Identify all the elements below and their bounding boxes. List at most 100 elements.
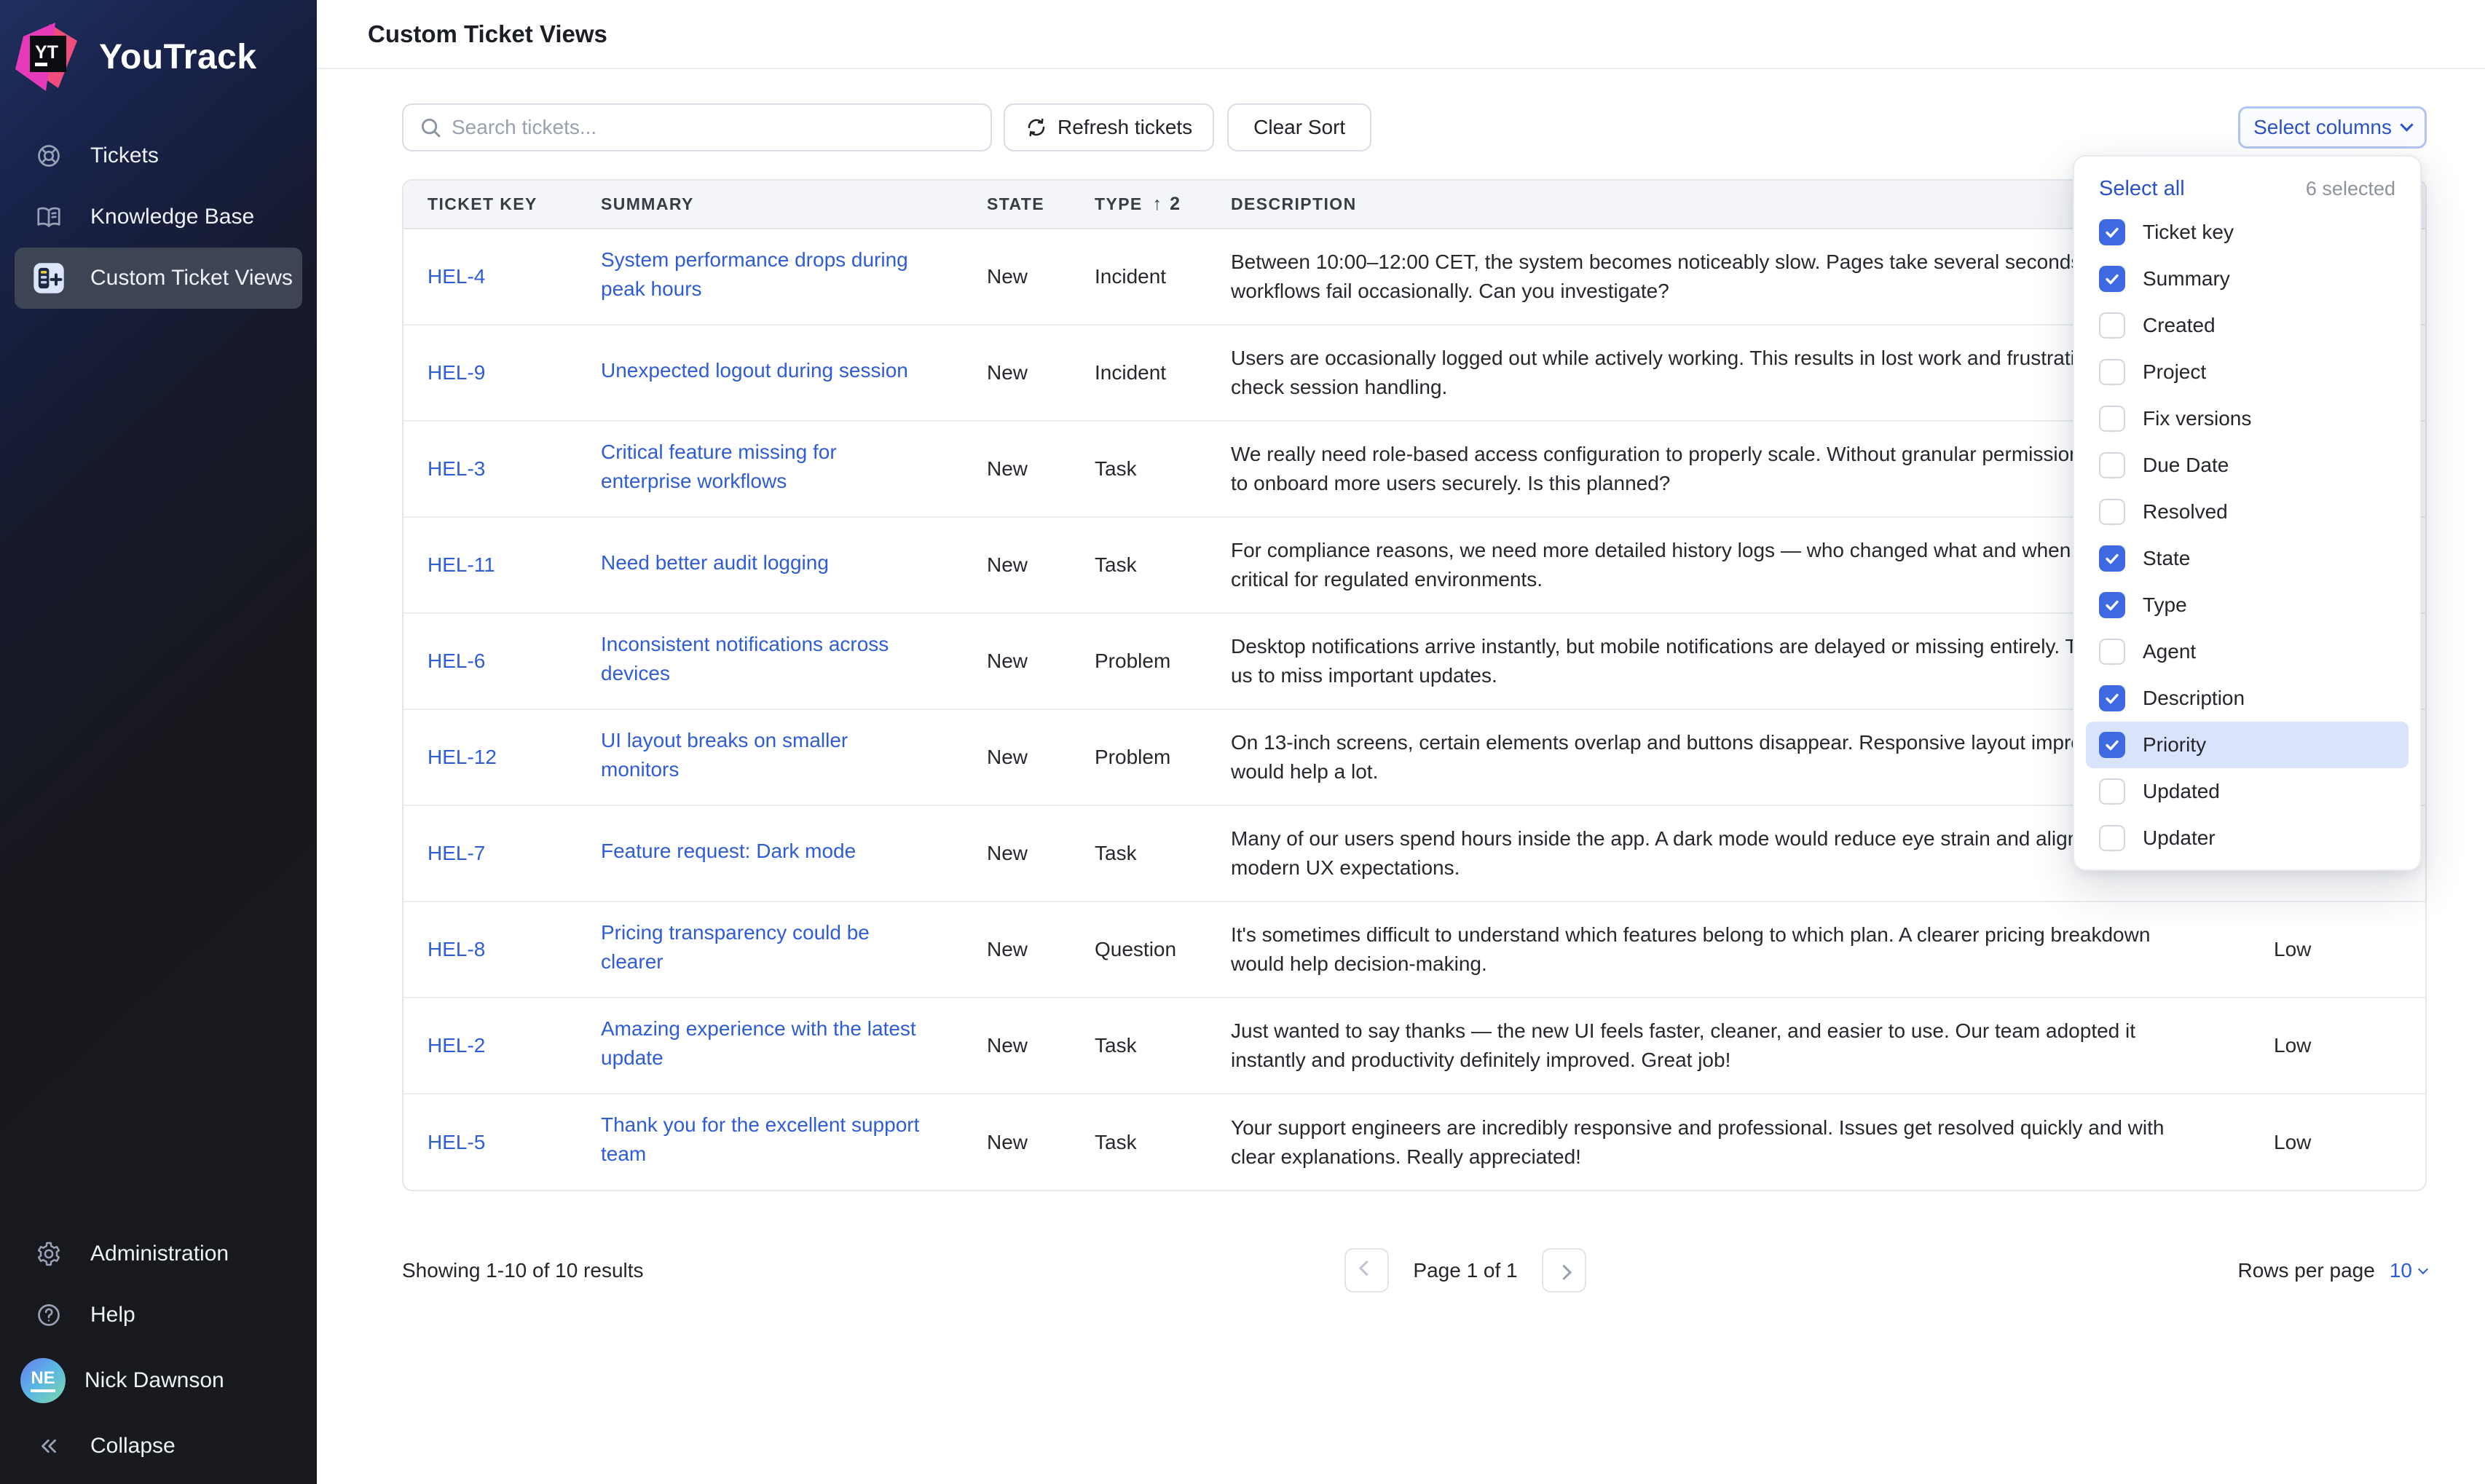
column-option-project[interactable]: Project <box>2086 349 2409 395</box>
check-icon <box>2103 270 2121 288</box>
previous-page-button[interactable] <box>1344 1248 1389 1292</box>
column-header-state[interactable]: STATE <box>963 181 1071 229</box>
column-option-updater[interactable]: Updater <box>2086 815 2409 861</box>
summary-link[interactable]: Inconsistent notifications acrossdevices <box>601 630 889 688</box>
type-cell: Incident <box>1071 325 1207 421</box>
select-all-link[interactable]: Select all <box>2099 177 2185 201</box>
ticket-row-hel-2[interactable]: HEL-2 Amazing experience with the latest… <box>403 998 2427 1094</box>
rows-per-page-value: 10 <box>2390 1259 2412 1282</box>
ticket-key-link[interactable]: HEL-5 <box>428 1131 485 1154</box>
checkbox-unchecked[interactable] <box>2099 406 2125 432</box>
results-count: Showing 1-10 of 10 results <box>402 1259 644 1282</box>
column-option-fix-versions[interactable]: Fix versions <box>2086 395 2409 442</box>
sidebar-spacer <box>0 309 317 1223</box>
column-option-type[interactable]: Type <box>2086 582 2409 628</box>
check-icon <box>2103 224 2121 241</box>
summary-link[interactable]: Unexpected logout during session <box>601 356 908 385</box>
checkbox-checked[interactable] <box>2099 685 2125 711</box>
column-option-priority[interactable]: Priority <box>2086 722 2409 768</box>
column-option-label: Summary <box>2143 267 2230 291</box>
checkbox-checked[interactable] <box>2099 266 2125 292</box>
ticket-key-link[interactable]: HEL-7 <box>428 842 485 865</box>
column-header-label: SUMMARY <box>601 194 694 213</box>
ticket-key-link[interactable]: HEL-9 <box>428 361 485 384</box>
check-icon <box>2103 690 2121 707</box>
ticket-key-link[interactable]: HEL-12 <box>428 746 497 769</box>
sidebar-item-custom-ticket-views[interactable]: Custom Ticket Views <box>15 248 302 309</box>
ticket-key-link[interactable]: HEL-4 <box>428 265 485 288</box>
state-cell: New <box>963 1094 1071 1190</box>
column-header-type[interactable]: TYPE↑ 2 <box>1071 181 1207 229</box>
sidebar-item-label: Knowledge Base <box>90 205 254 229</box>
checkbox-unchecked[interactable] <box>2099 825 2125 851</box>
book-icon <box>32 200 66 234</box>
checkbox-unchecked[interactable] <box>2099 452 2125 478</box>
column-option-resolved[interactable]: Resolved <box>2086 489 2409 535</box>
summary-link[interactable]: UI layout breaks on smallermonitors <box>601 726 848 784</box>
summary-link[interactable]: Thank you for the excellent supportteam <box>601 1110 919 1169</box>
ticket-key-link[interactable]: HEL-2 <box>428 1034 485 1057</box>
column-option-label: Agent <box>2143 640 2196 663</box>
checkbox-checked[interactable] <box>2099 592 2125 618</box>
checkbox-checked[interactable] <box>2099 732 2125 758</box>
next-page-button[interactable] <box>1542 1248 1586 1292</box>
checkbox-checked[interactable] <box>2099 545 2125 572</box>
state-cell: New <box>963 613 1071 709</box>
column-option-label: Updated <box>2143 780 2220 803</box>
youtrack-logo-icon: YT <box>12 20 84 93</box>
summary-link[interactable]: Feature request: Dark mode <box>601 837 856 866</box>
checkbox-unchecked[interactable] <box>2099 778 2125 805</box>
sidebar-item-tickets[interactable]: Tickets <box>15 125 302 186</box>
ticket-key-link[interactable]: HEL-8 <box>428 938 485 961</box>
ticket-row-hel-5[interactable]: HEL-5 Thank you for the excellent suppor… <box>403 1094 2427 1190</box>
column-option-due-date[interactable]: Due Date <box>2086 442 2409 489</box>
state-cell: New <box>963 709 1071 805</box>
clear-sort-button[interactable]: Clear Sort <box>1227 103 1371 151</box>
checkbox-unchecked[interactable] <box>2099 639 2125 665</box>
collapse-sidebar-button[interactable]: Collapse <box>15 1416 302 1477</box>
search-input[interactable] <box>402 103 992 151</box>
summary-link[interactable]: Need better audit logging <box>601 548 829 577</box>
checkbox-unchecked[interactable] <box>2099 312 2125 339</box>
ticket-key-link[interactable]: HEL-3 <box>428 457 485 481</box>
column-option-updated[interactable]: Updated <box>2086 768 2409 815</box>
column-option-agent[interactable]: Agent <box>2086 628 2409 675</box>
column-option-ticket-key[interactable]: Ticket key <box>2086 209 2409 256</box>
column-option-description[interactable]: Description <box>2086 675 2409 722</box>
ticket-key-link[interactable]: HEL-11 <box>428 553 495 577</box>
summary-link[interactable]: Critical feature missing forenterprise w… <box>601 438 837 496</box>
summary-link[interactable]: Pricing transparency could beclearer <box>601 918 870 976</box>
column-option-summary[interactable]: Summary <box>2086 256 2409 302</box>
select-columns-button[interactable]: Select columns <box>2238 106 2427 149</box>
checkbox-unchecked[interactable] <box>2099 499 2125 525</box>
column-option-created[interactable]: Created <box>2086 302 2409 349</box>
checkbox-checked[interactable] <box>2099 219 2125 245</box>
collapse-label: Collapse <box>90 1434 176 1459</box>
column-option-state[interactable]: State <box>2086 535 2409 582</box>
check-icon <box>2103 596 2121 614</box>
column-header-summary[interactable]: SUMMARY <box>577 181 963 229</box>
description-cell: Just wanted to say thanks — the new UI f… <box>1207 998 2241 1094</box>
state-cell: New <box>963 805 1071 901</box>
summary-link[interactable]: Amazing experience with the latestupdate <box>601 1014 916 1073</box>
user-name: Nick Dawnson <box>84 1368 224 1393</box>
checkbox-unchecked[interactable] <box>2099 359 2125 385</box>
ticket-key-link[interactable]: HEL-6 <box>428 650 485 673</box>
sidebar-item-knowledge-base[interactable]: Knowledge Base <box>15 186 302 248</box>
chevron-right-icon <box>1556 1265 1572 1280</box>
sidebar-bottom-nav: Administration Help NE Nick Dawnson Coll… <box>0 1223 317 1484</box>
column-header-ticket-key[interactable]: TICKET KEY <box>403 181 577 229</box>
rows-per-page-select[interactable]: 10 <box>2390 1259 2427 1282</box>
summary-link[interactable]: System performance drops duringpeak hour… <box>601 245 908 304</box>
type-cell: Task <box>1071 805 1207 901</box>
toolbar: Refresh tickets Clear Sort Select column… <box>402 103 2427 151</box>
sidebar-item-help[interactable]: Help <box>15 1284 302 1346</box>
sidebar-item-label: Help <box>90 1303 135 1327</box>
ticket-row-hel-8[interactable]: HEL-8 Pricing transparency could beclear… <box>403 901 2427 998</box>
refresh-tickets-button[interactable]: Refresh tickets <box>1004 103 1214 151</box>
column-option-label: Ticket key <box>2143 221 2234 244</box>
column-option-label: Updater <box>2143 826 2216 850</box>
state-cell: New <box>963 517 1071 613</box>
sidebar-item-administration[interactable]: Administration <box>15 1223 302 1284</box>
user-menu[interactable]: NE Nick Dawnson <box>15 1346 302 1416</box>
